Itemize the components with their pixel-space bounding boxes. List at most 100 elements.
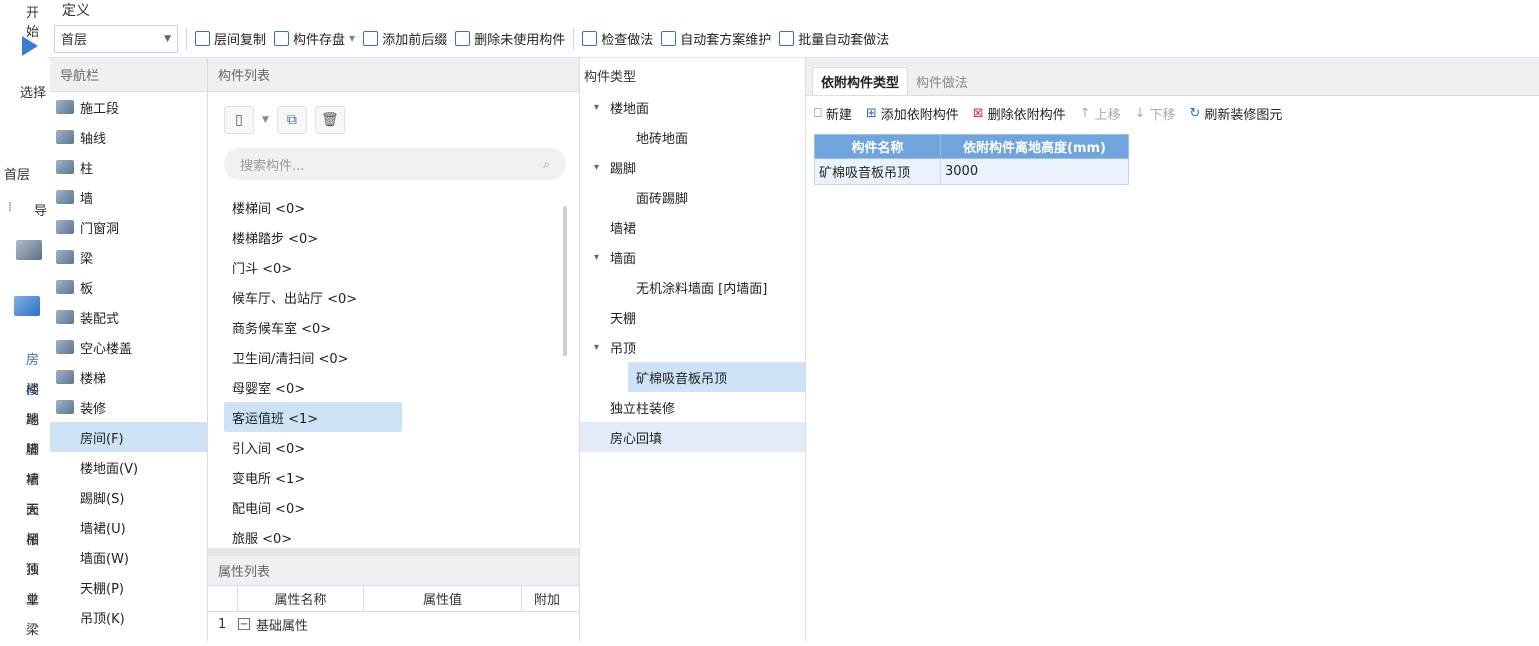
component-item[interactable]: 商务候车室 <0> bbox=[208, 312, 568, 342]
background-side-item[interactable]: 楼地 bbox=[26, 376, 50, 428]
nav-item[interactable]: 柱 bbox=[50, 152, 207, 182]
nav-sub-item[interactable]: 楼地面(V) bbox=[50, 452, 207, 482]
background-side-item[interactable]: 单梁 bbox=[26, 586, 50, 638]
background-side-item[interactable]: 墙面 bbox=[26, 466, 50, 518]
expand-icon[interactable]: ▾ bbox=[594, 102, 610, 113]
component-scrollbar[interactable] bbox=[563, 206, 567, 356]
nav-item-label: 轴线 bbox=[80, 131, 107, 147]
background-side-item[interactable]: 吊顶 bbox=[26, 526, 50, 578]
type-tree-item[interactable]: ▾ 墙面 bbox=[580, 242, 805, 272]
component-item[interactable]: 楼梯踏步 <0> bbox=[208, 222, 568, 252]
tab-attached-types[interactable]: 依附构件类型 bbox=[812, 67, 909, 95]
type-tree-item[interactable]: ▾ 吊顶 bbox=[580, 332, 805, 362]
component-item[interactable]: 候车厅、出站厅 <0> bbox=[208, 282, 568, 312]
nav-item[interactable]: 轴线 bbox=[50, 122, 207, 152]
nav-item[interactable]: 梁 bbox=[50, 242, 207, 272]
batch-auto-label: 批量自动套做法 bbox=[798, 33, 890, 48]
expand-icon[interactable]: ▾ bbox=[594, 252, 610, 263]
floor-select[interactable]: 首层 ▼ bbox=[54, 24, 178, 53]
background-side-item[interactable]: 踢脚 bbox=[26, 406, 50, 458]
decoration-icon[interactable] bbox=[14, 296, 40, 316]
nav-item[interactable]: 墙 bbox=[50, 182, 207, 212]
component-item[interactable]: 客运值班 <1> bbox=[224, 402, 402, 432]
action-label: 删除依附构件 bbox=[987, 107, 1066, 123]
type-tree-label: 天棚 bbox=[610, 311, 637, 327]
nav-sub-item[interactable]: 墙裙(U) bbox=[50, 512, 207, 542]
attribute-row-name: 基础属性 bbox=[256, 618, 309, 634]
delete-unused-button[interactable]: 删除未使用构件 bbox=[455, 29, 565, 48]
nav-item[interactable]: 门窗洞 bbox=[50, 212, 207, 242]
batch-auto-button[interactable]: 批量自动套做法 bbox=[779, 29, 889, 48]
type-tree-item[interactable]: 房心回填 bbox=[580, 422, 805, 452]
copy-component-button[interactable]: ⧉ bbox=[276, 106, 307, 134]
type-tree-item[interactable]: ▾ 楼地面 bbox=[580, 92, 805, 122]
attachment-tabs: 依附构件类型 构件做法 bbox=[806, 58, 1539, 96]
nav-sub-item[interactable]: 天棚(P) bbox=[50, 572, 207, 602]
attribute-row[interactable]: 1 − 基础属性 bbox=[208, 612, 579, 636]
nav-item[interactable]: 楼梯 bbox=[50, 362, 207, 392]
nav-item-label: 柱 bbox=[80, 161, 94, 177]
expand-icon[interactable]: ▾ bbox=[594, 342, 610, 353]
type-tree-item[interactable]: 面砖踢脚 bbox=[580, 182, 805, 212]
type-tree-item[interactable]: 地砖地面 bbox=[580, 122, 805, 152]
component-item[interactable]: 配电间 <0> bbox=[208, 492, 568, 522]
nav-item[interactable]: 装配式 bbox=[50, 302, 207, 332]
nav-sub-item[interactable]: 吊顶(K) bbox=[50, 602, 207, 632]
component-item[interactable]: 楼梯间 <0> bbox=[208, 192, 568, 222]
type-tree-item[interactable]: ▾ 踢脚 bbox=[580, 152, 805, 182]
attribute-col-extra: 附加 bbox=[533, 593, 560, 608]
table-cell-height[interactable]: 3000 bbox=[940, 158, 1129, 185]
chevron-down-icon[interactable]: ▼ bbox=[262, 106, 269, 134]
new-component-button[interactable]: ▯ bbox=[224, 106, 254, 134]
background-tab-start[interactable]: 开始 bbox=[26, 2, 50, 40]
type-tree-item[interactable]: 天棚 bbox=[580, 302, 805, 332]
type-tree-item[interactable]: 独立柱装修 bbox=[580, 392, 805, 422]
background-side-item[interactable]: 独立 bbox=[26, 556, 50, 608]
component-item[interactable]: 母婴室 <0> bbox=[208, 372, 568, 402]
save-component-button[interactable]: 构件存盘 ▼ bbox=[274, 29, 355, 48]
background-side-item[interactable]: 天棚 bbox=[26, 496, 50, 548]
select-arrow-icon[interactable] bbox=[22, 36, 38, 56]
type-tree-item[interactable]: 墙裙 bbox=[580, 212, 805, 242]
search-input[interactable]: 搜索构件... ⌕ bbox=[224, 148, 566, 180]
select-label[interactable]: 选择 bbox=[20, 82, 46, 101]
tab-component-method[interactable]: 构件做法 bbox=[908, 67, 976, 95]
add-attach-button[interactable]: ⊞ 添加依附构件 bbox=[866, 104, 959, 123]
type-tree-item[interactable]: 无机涂料墙面 [内墙面] bbox=[580, 272, 805, 302]
delete-component-button[interactable]: 🗑 bbox=[314, 106, 345, 134]
nav-sub-item[interactable]: 房间(F) bbox=[50, 422, 207, 452]
nav-item[interactable]: 板 bbox=[50, 272, 207, 302]
add-prefix-button[interactable]: 添加前后缀 bbox=[363, 29, 447, 48]
type-tree-item[interactable]: 矿棉吸音板吊顶 bbox=[628, 362, 805, 392]
expand-icon[interactable]: ▾ bbox=[594, 162, 610, 173]
move-up-button[interactable]: ↑ 上移 bbox=[1080, 104, 1121, 123]
add-prefix-label: 添加前后缀 bbox=[382, 33, 448, 48]
background-side-item[interactable]: 墙裙 bbox=[26, 436, 50, 488]
attribute-header: 属性列表 bbox=[208, 556, 579, 586]
nav-item[interactable]: 装修 bbox=[50, 392, 207, 422]
add-attach-icon: ⊞ bbox=[865, 105, 877, 121]
nav-item[interactable]: 施工段 bbox=[50, 92, 207, 122]
table-cell-name[interactable]: 矿棉吸音板吊顶 bbox=[814, 158, 941, 185]
check-method-button[interactable]: 检查做法 bbox=[582, 29, 653, 48]
move-down-button[interactable]: ↓ 下移 bbox=[1135, 104, 1176, 123]
delete-attach-button[interactable]: ⊠ 删除依附构件 bbox=[973, 104, 1066, 123]
stairs-icon[interactable] bbox=[16, 240, 42, 260]
drag-handle-icon[interactable]: ⁞ bbox=[8, 200, 12, 215]
component-item[interactable]: 变电所 <1> bbox=[208, 462, 568, 492]
copy-floor-button[interactable]: 层间复制 bbox=[195, 29, 266, 48]
component-item[interactable]: 引入间 <0> bbox=[208, 432, 568, 462]
component-item[interactable]: 卫生间/清扫间 <0> bbox=[208, 342, 568, 372]
refresh-button[interactable]: ↻ 刷新装修图元 bbox=[1190, 104, 1283, 123]
nav-item[interactable]: 空心楼盖 bbox=[50, 332, 207, 362]
table-row[interactable]: 矿棉吸音板吊顶 3000 bbox=[814, 158, 1129, 185]
nav-sub-item[interactable]: 墙面(W) bbox=[50, 542, 207, 572]
auto-scheme-button[interactable]: 自动套方案维护 bbox=[661, 29, 771, 48]
component-item[interactable]: 门斗 <0> bbox=[208, 252, 568, 282]
nav-sub-item[interactable]: 踢脚(S) bbox=[50, 482, 207, 512]
collapse-icon[interactable]: − bbox=[238, 618, 250, 630]
delete-unused-icon bbox=[455, 31, 471, 46]
new-button[interactable]: ⎕ 新建 bbox=[814, 104, 852, 123]
chevron-down-icon[interactable]: ▼ bbox=[349, 34, 355, 43]
background-side-item[interactable]: 房间 bbox=[26, 346, 50, 398]
